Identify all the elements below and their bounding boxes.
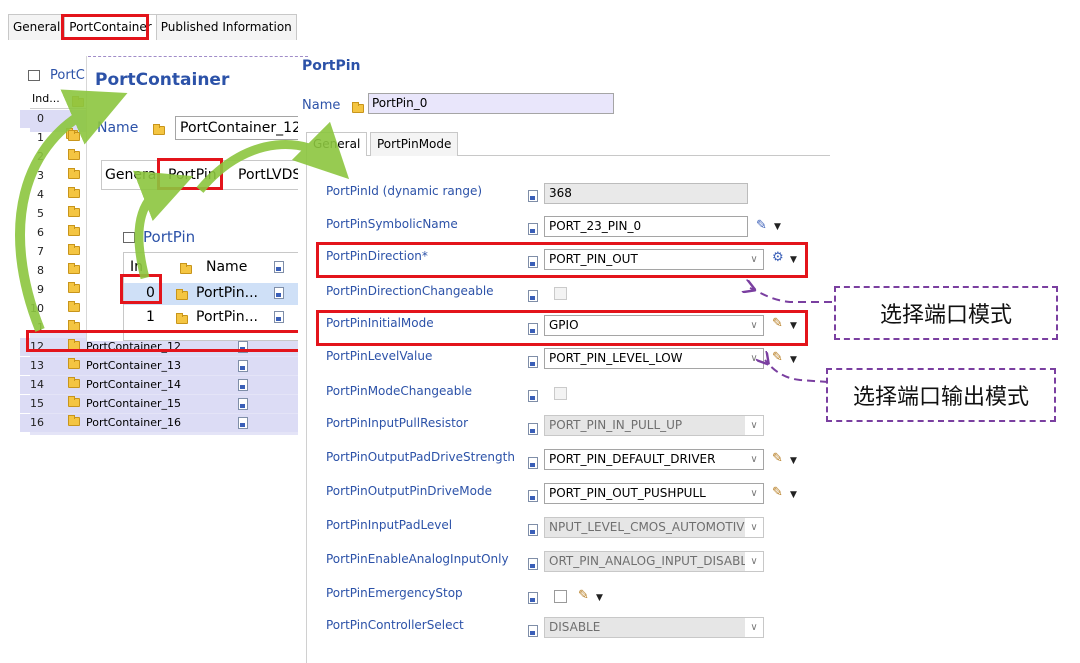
arrow-container-to-editor — [15, 89, 128, 332]
arrow-row-to-pin-editor — [196, 121, 350, 193]
callout-select-port-mode: 选择端口模式 — [834, 286, 1058, 340]
arrow-portpin-tab-to-row — [133, 170, 194, 280]
callout-pointer-mode — [750, 288, 832, 303]
callout-pointer-output-mode — [765, 360, 829, 383]
callout-select-port-output-mode: 选择端口输出模式 — [826, 368, 1056, 422]
